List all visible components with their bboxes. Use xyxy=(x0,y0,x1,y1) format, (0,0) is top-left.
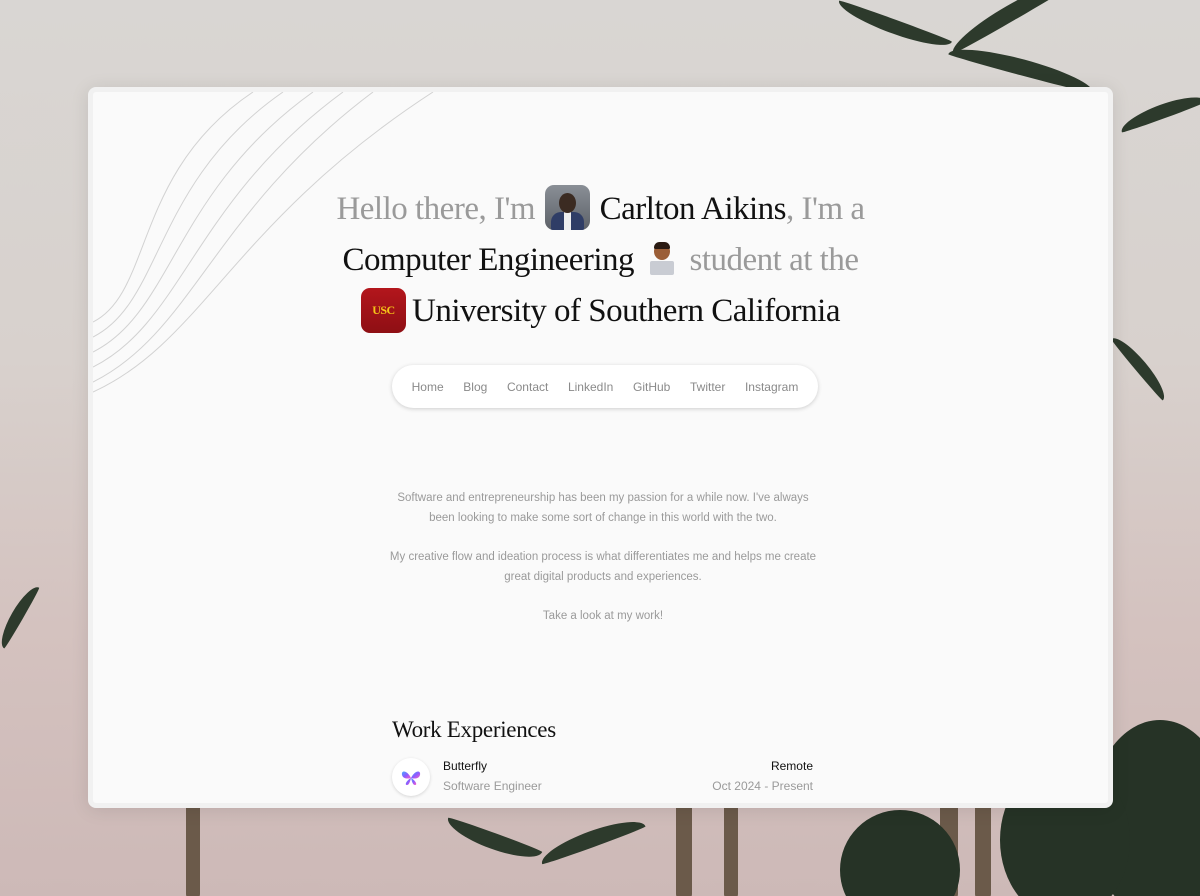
job-item[interactable]: Butterfly Software Engineer Remote Oct 2… xyxy=(392,756,813,796)
about-paragraph: Take a look at my work! xyxy=(542,610,664,622)
company-logo xyxy=(392,758,430,796)
nav-twitter-link[interactable]: Twitter xyxy=(690,380,725,394)
butterfly-icon xyxy=(401,771,421,785)
hero-field: Computer Engineering xyxy=(342,242,635,278)
profile-avatar xyxy=(544,184,590,230)
job-company: Butterfly xyxy=(443,759,488,773)
about-section: Software and entrepreneurship has been m… xyxy=(383,488,823,645)
about-paragraph: Software and entrepreneurship has been m… xyxy=(397,492,809,524)
job-dates: Oct 2024 - Present xyxy=(712,779,813,793)
company-logo xyxy=(392,806,430,808)
palm-frond xyxy=(1117,89,1200,134)
hero-im-a: , I'm a xyxy=(786,191,865,227)
work-experiences-heading: Work Experiences xyxy=(392,717,556,742)
usc-logo: USC xyxy=(360,287,406,333)
hero-school: University of Southern California xyxy=(411,293,841,329)
job-role: Software Engineer xyxy=(443,779,542,793)
hero-name: Carlton Aikins xyxy=(599,191,787,227)
palm-frond xyxy=(1110,332,1172,402)
technologist-emoji-icon xyxy=(646,241,678,276)
palm-frond xyxy=(0,582,41,649)
nav-blog-link[interactable]: Blog xyxy=(463,380,487,394)
hero-line-2: Computer Engineering student at the xyxy=(93,235,1108,286)
nav-bar: Home Blog Contact LinkedIn GitHub Twitte… xyxy=(392,365,818,408)
main-card: Hello there, I'm Carlton Aikins, I'm a C… xyxy=(88,87,1113,808)
about-paragraph: My creative flow and ideation process is… xyxy=(389,551,817,583)
hero-line-3: USC University of Southern California xyxy=(93,286,1108,337)
nav-instagram-link[interactable]: Instagram xyxy=(745,380,798,394)
palm-frond xyxy=(834,0,953,54)
job-location: Remote xyxy=(770,759,813,773)
hero-student-at: student at the xyxy=(689,242,859,278)
nav-github-link[interactable]: GitHub xyxy=(633,380,670,394)
nav-linkedin-link[interactable]: LinkedIn xyxy=(568,380,613,394)
palm-frond xyxy=(537,812,647,866)
palm-frond xyxy=(946,0,1076,55)
nav-home-link[interactable]: Home xyxy=(412,380,444,394)
palm-trunk xyxy=(186,800,200,896)
hero-heading: Hello there, I'm Carlton Aikins, I'm a C… xyxy=(93,184,1108,337)
hero-line-1: Hello there, I'm Carlton Aikins, I'm a xyxy=(93,184,1108,235)
hero-intro: Hello there, I'm xyxy=(336,191,536,227)
nav-contact-link[interactable]: Contact xyxy=(507,380,548,394)
palm-frond xyxy=(443,816,543,866)
